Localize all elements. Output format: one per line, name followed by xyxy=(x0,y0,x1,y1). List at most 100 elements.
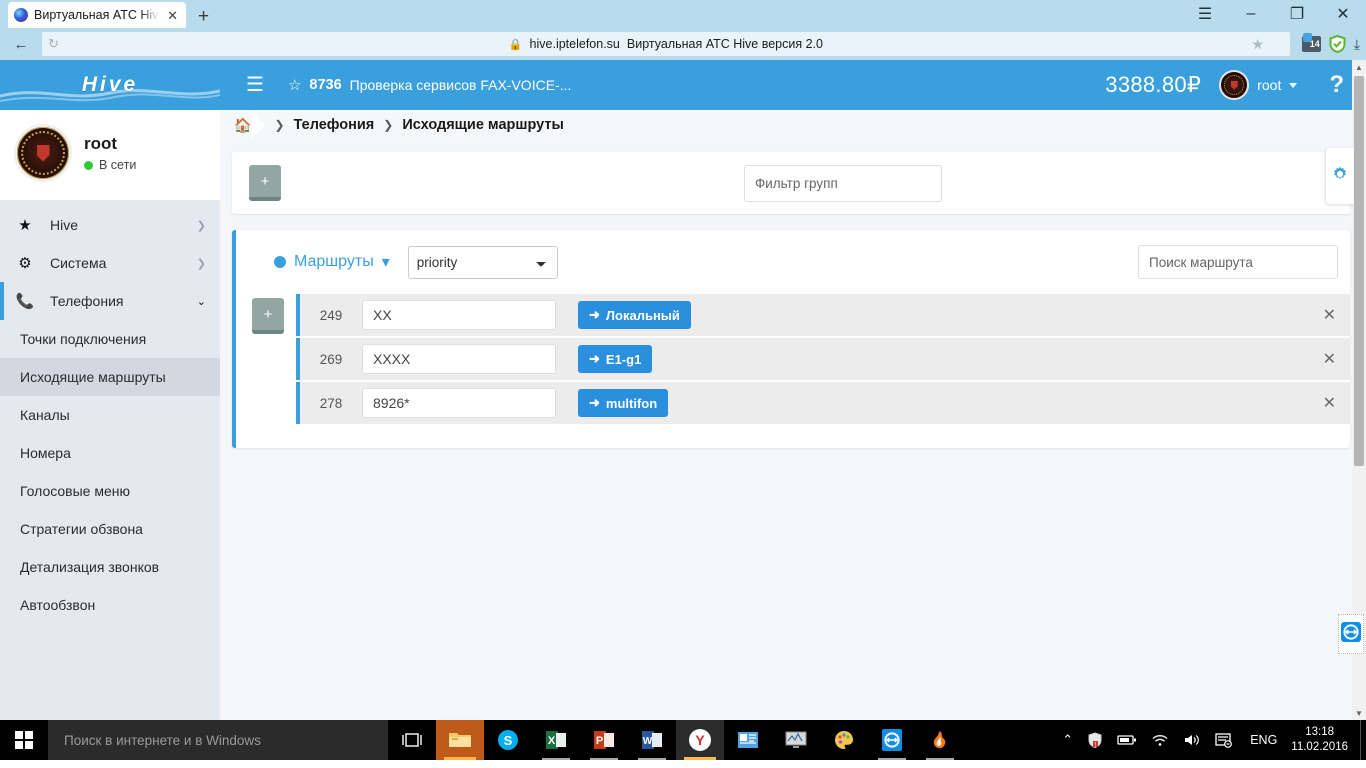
sidebar-item-connection-points[interactable]: Точки подключения xyxy=(0,320,220,358)
yandex-browser-icon[interactable]: Y xyxy=(676,720,724,760)
balance-amount: 3388.80₽ xyxy=(1105,72,1202,97)
route-destination-button[interactable]: ➜ Локальный xyxy=(578,301,691,329)
browser-menu-button[interactable]: ☰ xyxy=(1182,0,1228,28)
clock-date: 11.02.2016 xyxy=(1291,741,1348,753)
route-id: 249 xyxy=(319,307,343,323)
download-icon[interactable]: ⤓ xyxy=(1354,36,1360,53)
caret-down-icon: ▾ xyxy=(381,254,390,271)
svg-text:S: S xyxy=(504,733,513,748)
scroll-down-icon[interactable]: ▼ xyxy=(1352,706,1366,720)
sidebar-item-voice-menus[interactable]: Голосовые меню xyxy=(0,472,220,510)
delete-route-icon[interactable]: ✕ xyxy=(1319,305,1340,325)
minimize-button[interactable]: – xyxy=(1228,0,1274,28)
tab-close-icon[interactable]: ✕ xyxy=(165,9,180,22)
wifi-icon[interactable] xyxy=(1144,733,1176,747)
paint-icon[interactable] xyxy=(820,720,868,760)
route-pattern-input[interactable] xyxy=(362,388,556,418)
routes-body: + 249 ➜ Локальный ✕ xyxy=(236,294,1350,426)
route-destination-label: Локальный xyxy=(605,307,680,323)
sidebar-item-hive[interactable]: ★ Hive ❯ xyxy=(0,206,220,244)
user-menu[interactable]: root xyxy=(1219,70,1298,100)
adblock-shield-icon[interactable] xyxy=(1329,34,1346,54)
breadcrumb-home-icon[interactable]: 🏠 xyxy=(234,117,265,134)
content-area: ☰ ☆ 8736 Проверка сервисов FAX-VOICE-...… xyxy=(220,60,1366,720)
menu-toggle-icon[interactable]: ☰ xyxy=(240,75,270,95)
taskbar-app-icons: S X P W Y xyxy=(388,720,964,760)
restore-button[interactable]: ❐ xyxy=(1274,0,1320,28)
sidebar-item-system[interactable]: ⚙ Система ❯ xyxy=(0,244,220,282)
word-icon[interactable]: W xyxy=(628,720,676,760)
table-row: 278 ➜ multifon ✕ xyxy=(296,382,1350,424)
file-explorer-icon[interactable] xyxy=(436,720,484,760)
taskbar-search-box[interactable]: Поиск в интернете и в Windows xyxy=(48,720,388,760)
monitor-icon[interactable] xyxy=(772,720,820,760)
chevron-down-icon: ⌄ xyxy=(196,295,206,308)
sidebar-item-call-details[interactable]: Детализация звонков xyxy=(0,548,220,586)
close-window-button[interactable]: ✕ xyxy=(1320,0,1366,28)
powerpoint-icon[interactable]: P xyxy=(580,720,628,760)
volume-icon[interactable] xyxy=(1176,733,1208,747)
clock-time: 13:18 xyxy=(1305,726,1335,738)
breadcrumb-parent-link[interactable]: Телефония xyxy=(294,117,375,133)
svg-text:X: X xyxy=(548,735,556,747)
app-logo[interactable]: Hive xyxy=(0,60,220,110)
scroll-up-icon[interactable]: ▲ xyxy=(1352,60,1366,74)
teamviewer-icon[interactable] xyxy=(868,720,916,760)
show-desktop-button[interactable] xyxy=(1360,720,1366,760)
delete-route-icon[interactable]: ✕ xyxy=(1319,349,1340,369)
back-icon[interactable]: ← xyxy=(6,31,36,57)
chevron-down-icon xyxy=(1289,82,1298,88)
breadcrumb-separator-icon: ❯ xyxy=(274,118,285,132)
tab-strip: Виртуальная АТС Hive ве ✕ + ☰ – ❐ ✕ xyxy=(0,0,1366,28)
add-route-button[interactable]: + xyxy=(252,298,284,334)
route-destination-button[interactable]: ➜ E1-g1 xyxy=(578,345,653,373)
arrow-right-icon: ➜ xyxy=(589,395,600,410)
extension-badge-icon[interactable]: 14 xyxy=(1301,33,1321,52)
route-pattern-input[interactable] xyxy=(362,300,556,330)
topbar-context[interactable]: ☆ 8736 Проверка сервисов FAX-VOICE-... xyxy=(288,76,1087,94)
route-search-input[interactable] xyxy=(1138,245,1338,279)
settings-side-tab[interactable] xyxy=(1326,148,1354,204)
browser-tab[interactable]: Виртуальная АТС Hive ве ✕ xyxy=(8,2,186,28)
sort-select[interactable]: priority xyxy=(407,245,558,279)
start-button[interactable] xyxy=(0,720,48,760)
star-icon[interactable]: ☆ xyxy=(288,76,301,94)
new-tab-button[interactable]: + xyxy=(198,7,209,26)
battery-icon[interactable] xyxy=(1110,734,1144,746)
address-bar[interactable]: ↻ 🔒 hive.iptelefon.su Виртуальная АТС Hi… xyxy=(42,32,1290,56)
sidebar-item-channels[interactable]: Каналы xyxy=(0,396,220,434)
delete-route-icon[interactable]: ✕ xyxy=(1319,393,1340,413)
excel-icon[interactable]: X xyxy=(532,720,580,760)
tab-title: Виртуальная АТС Hive ве xyxy=(34,8,159,22)
routes-title-dropdown[interactable]: Маршруты ▾ xyxy=(274,252,390,272)
profile-status-label: В сети xyxy=(99,158,137,172)
teamviewer-side-tab[interactable] xyxy=(1338,614,1364,654)
scrollbar-thumb[interactable] xyxy=(1354,76,1364,466)
status-dot-icon xyxy=(274,256,286,268)
add-group-button[interactable]: + xyxy=(249,165,281,201)
route-destination-button[interactable]: ➜ multifon xyxy=(578,389,669,417)
sidebar-item-numbers[interactable]: Номера xyxy=(0,434,220,472)
security-shield-icon[interactable]: ! xyxy=(1080,731,1110,749)
skype-icon[interactable]: S xyxy=(484,720,532,760)
tray-expand-icon[interactable]: ⌃ xyxy=(1055,732,1080,748)
sidebar-item-outgoing-routes[interactable]: Исходящие маршруты xyxy=(0,358,220,396)
sidebar-item-autodial[interactable]: Автообзвон xyxy=(0,586,220,624)
contacts-icon[interactable] xyxy=(724,720,772,760)
sidebar-nav: ★ Hive ❯ ⚙ Система ❯ 📞 Телефония ⌄ Точки… xyxy=(0,200,220,624)
star-icon: ★ xyxy=(18,217,32,234)
action-center-icon[interactable] xyxy=(1208,732,1240,748)
sidebar-item-telephony[interactable]: 📞 Телефония ⌄ xyxy=(0,282,220,320)
language-indicator[interactable]: ENG xyxy=(1240,733,1287,747)
route-pattern-input[interactable] xyxy=(362,344,556,374)
sidebar-item-call-strategies[interactable]: Стратегии обзвона xyxy=(0,510,220,548)
flame-icon[interactable] xyxy=(916,720,964,760)
clock[interactable]: 13:18 11.02.2016 xyxy=(1287,725,1360,755)
gears-icon: ⚙ xyxy=(18,255,32,272)
reload-icon[interactable]: ↻ xyxy=(48,36,59,52)
svg-text:W: W xyxy=(643,736,653,747)
route-id: 278 xyxy=(319,395,343,411)
group-filter-input[interactable] xyxy=(744,164,942,202)
task-view-icon[interactable] xyxy=(388,720,436,760)
bookmark-button[interactable]: ★ xyxy=(1226,32,1290,56)
